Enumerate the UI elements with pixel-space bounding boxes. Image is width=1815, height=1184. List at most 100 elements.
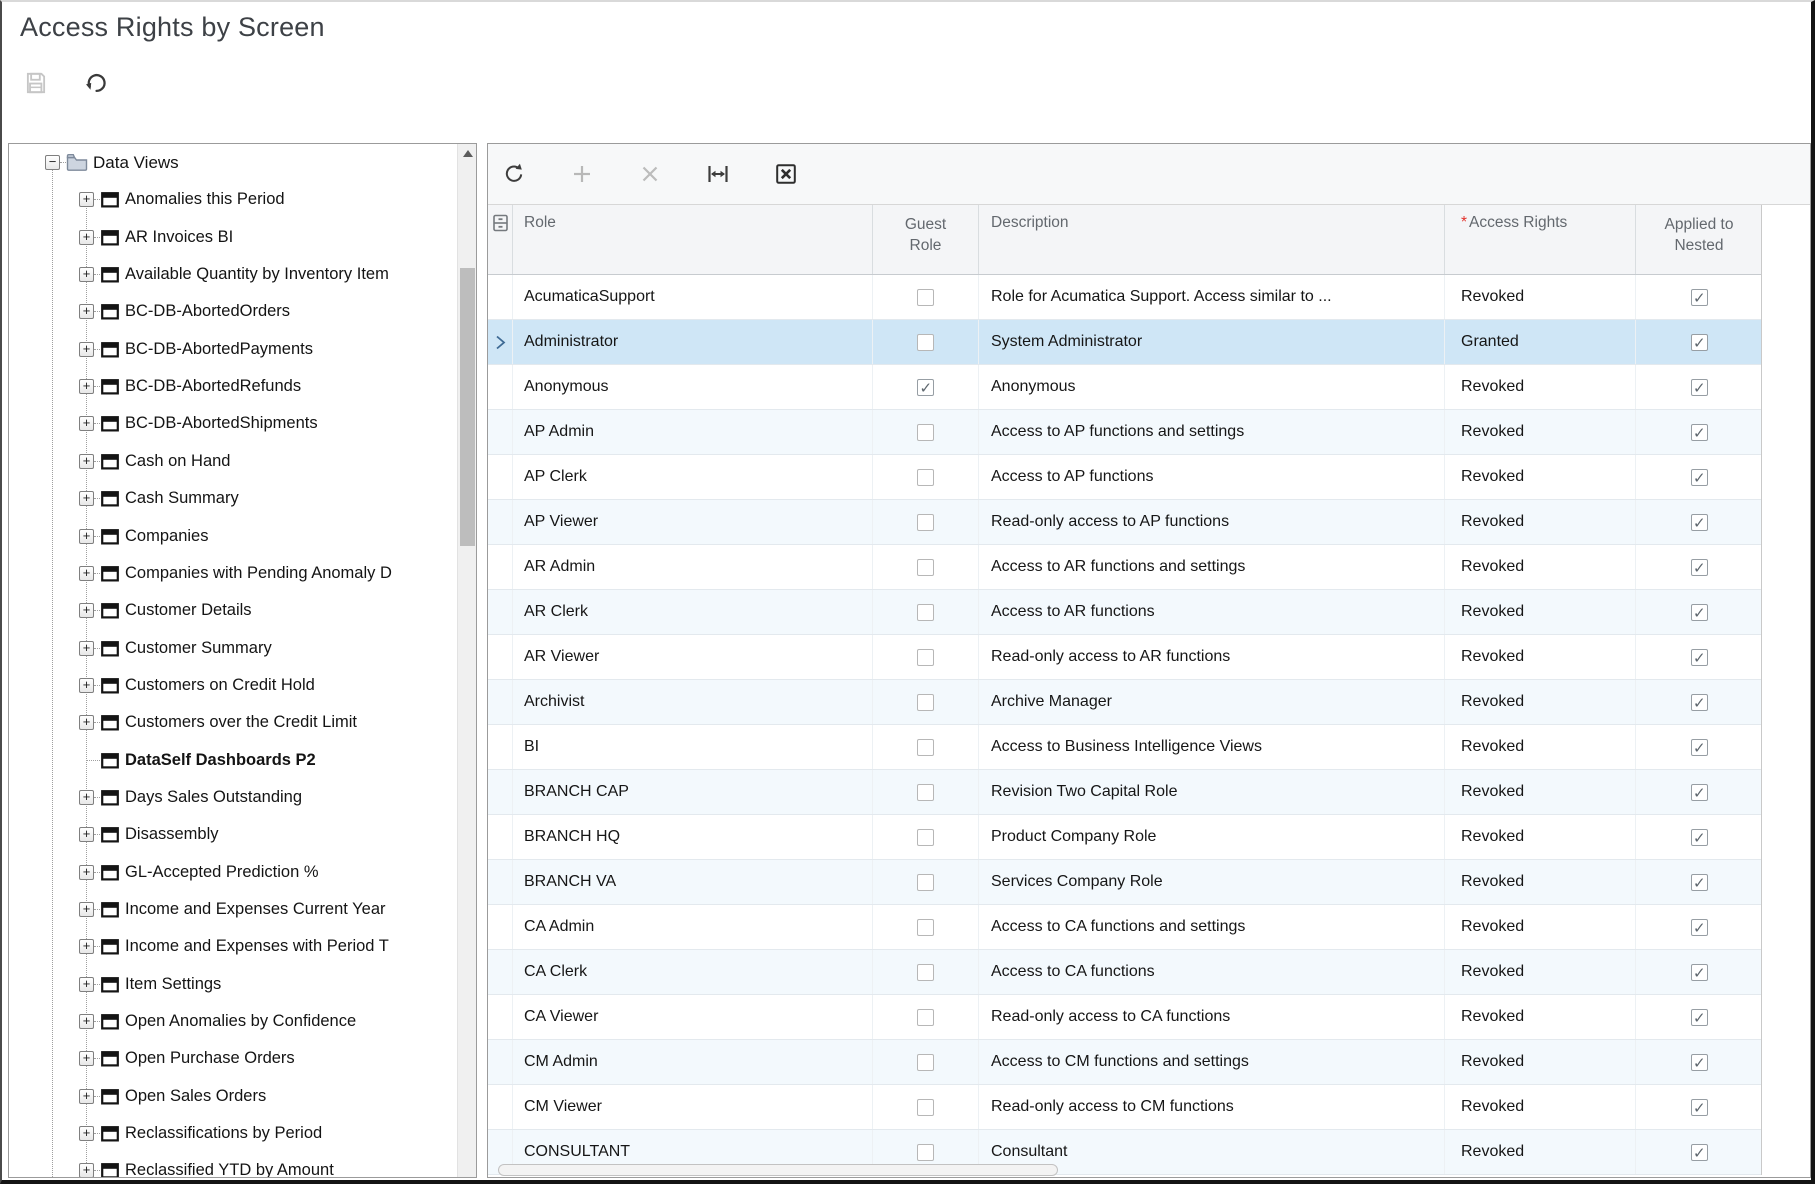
access-rights-cell[interactable]: Revoked — [1445, 635, 1636, 679]
expand-icon[interactable]: + — [79, 827, 94, 842]
role-cell[interactable]: Anonymous — [513, 365, 873, 409]
row-selector-cell[interactable] — [488, 725, 513, 769]
description-cell[interactable]: Read-only access to CM functions — [979, 1085, 1445, 1129]
expand-icon[interactable]: + — [79, 230, 94, 245]
tree-item[interactable]: + Cash on Hand — [9, 443, 458, 481]
guest-role-cell[interactable] — [873, 860, 979, 904]
tree-item[interactable]: + Customer Summary — [9, 630, 458, 668]
tree-item[interactable]: + Customer Details — [9, 592, 458, 630]
applied-to-nested-checkbox[interactable] — [1691, 1144, 1708, 1161]
applied-to-nested-checkbox[interactable] — [1691, 1099, 1708, 1116]
grid-row[interactable]: Archivist Archive Manager Revoked — [488, 680, 1761, 725]
guest-role-checkbox[interactable] — [917, 874, 934, 891]
guest-role-cell[interactable] — [873, 725, 979, 769]
grid-hscrollbar-thumb[interactable] — [498, 1164, 1058, 1176]
access-rights-cell[interactable]: Revoked — [1445, 680, 1636, 724]
expand-icon[interactable]: + — [79, 416, 94, 431]
description-cell[interactable]: Access to CA functions and settings — [979, 905, 1445, 949]
grid-row[interactable]: AP Clerk Access to AP functions Revoked — [488, 455, 1761, 500]
grid-row[interactable]: Administrator System Administrator Grant… — [488, 320, 1761, 365]
row-selector-cell[interactable] — [488, 635, 513, 679]
description-cell[interactable]: Read-only access to AP functions — [979, 500, 1445, 544]
applied-to-nested-cell[interactable] — [1636, 275, 1762, 319]
guest-role-checkbox[interactable] — [917, 514, 934, 531]
tree-item[interactable]: + Customers on Credit Hold — [9, 667, 458, 705]
role-cell[interactable]: AcumaticaSupport — [513, 275, 873, 319]
role-cell[interactable]: CA Admin — [513, 905, 873, 949]
expand-icon[interactable]: + — [79, 454, 94, 469]
role-cell[interactable]: AP Viewer — [513, 500, 873, 544]
access-rights-cell[interactable]: Revoked — [1445, 590, 1636, 634]
guest-role-checkbox[interactable] — [917, 739, 934, 756]
tree-item[interactable]: + Cash Summary — [9, 480, 458, 518]
expand-icon[interactable]: + — [79, 192, 94, 207]
role-cell[interactable]: CA Clerk — [513, 950, 873, 994]
description-cell[interactable]: Access to CA functions — [979, 950, 1445, 994]
guest-role-checkbox[interactable] — [917, 469, 934, 486]
tree-item[interactable]: + Reclassifications by Period — [9, 1115, 458, 1153]
expand-icon[interactable]: + — [79, 977, 94, 992]
tree-item[interactable]: + Open Sales Orders — [9, 1078, 458, 1116]
role-cell[interactable]: Archivist — [513, 680, 873, 724]
description-cell[interactable]: Revision Two Capital Role — [979, 770, 1445, 814]
description-cell[interactable]: Read-only access to CA functions — [979, 995, 1445, 1039]
row-selector-cell[interactable] — [488, 590, 513, 634]
expand-icon[interactable]: + — [79, 342, 94, 357]
applied-to-nested-cell[interactable] — [1636, 860, 1762, 904]
applied-to-nested-checkbox[interactable] — [1691, 874, 1708, 891]
role-cell[interactable]: CM Admin — [513, 1040, 873, 1084]
applied-to-nested-checkbox[interactable] — [1691, 514, 1708, 531]
applied-to-nested-cell[interactable] — [1636, 410, 1762, 454]
applied-to-nested-cell[interactable] — [1636, 500, 1762, 544]
tree-item[interactable]: + Income and Expenses Current Year — [9, 891, 458, 929]
row-selector-cell[interactable] — [488, 410, 513, 454]
role-cell[interactable]: BRANCH VA — [513, 860, 873, 904]
row-selector-cell[interactable] — [488, 770, 513, 814]
grid-row[interactable]: CA Clerk Access to CA functions Revoked — [488, 950, 1761, 995]
description-cell[interactable]: Role for Acumatica Support. Access simil… — [979, 275, 1445, 319]
grid-row[interactable]: AP Viewer Read-only access to AP functio… — [488, 500, 1761, 545]
applied-to-nested-checkbox[interactable] — [1691, 784, 1708, 801]
guest-role-checkbox[interactable] — [917, 604, 934, 621]
applied-to-nested-cell[interactable] — [1636, 545, 1762, 589]
row-selector-cell[interactable] — [488, 815, 513, 859]
grid-row[interactable]: AcumaticaSupport Role for Acumatica Supp… — [488, 275, 1761, 320]
expand-icon[interactable]: + — [79, 1051, 94, 1066]
grid-row[interactable]: BRANCH HQ Product Company Role Revoked — [488, 815, 1761, 860]
column-header-applied-to-nested[interactable]: Applied to Nested — [1636, 205, 1762, 274]
tree-item[interactable]: + Open Purchase Orders — [9, 1040, 458, 1078]
guest-role-cell[interactable] — [873, 1040, 979, 1084]
applied-to-nested-checkbox[interactable] — [1691, 289, 1708, 306]
column-header-role[interactable]: Role — [513, 205, 873, 274]
guest-role-checkbox[interactable] — [917, 289, 934, 306]
guest-role-cell[interactable] — [873, 995, 979, 1039]
description-cell[interactable]: Archive Manager — [979, 680, 1445, 724]
tree-item[interactable]: + BC-DB-AbortedPayments — [9, 331, 458, 369]
fit-width-button[interactable] — [700, 156, 736, 192]
description-cell[interactable]: Anonymous — [979, 365, 1445, 409]
access-rights-cell[interactable]: Revoked — [1445, 770, 1636, 814]
row-selector-cell[interactable] — [488, 275, 513, 319]
expand-icon[interactable]: + — [79, 1126, 94, 1141]
grid-row[interactable]: CM Admin Access to CM functions and sett… — [488, 1040, 1761, 1085]
tree-item[interactable]: + Days Sales Outstanding — [9, 779, 458, 817]
guest-role-checkbox[interactable] — [917, 1099, 934, 1116]
access-rights-cell[interactable]: Revoked — [1445, 1040, 1636, 1084]
role-cell[interactable]: Administrator — [513, 320, 873, 364]
guest-role-cell[interactable] — [873, 545, 979, 589]
role-cell[interactable]: BI — [513, 725, 873, 769]
applied-to-nested-checkbox[interactable] — [1691, 694, 1708, 711]
access-rights-cell[interactable]: Revoked — [1445, 860, 1636, 904]
grid-row[interactable]: CA Admin Access to CA functions and sett… — [488, 905, 1761, 950]
row-selector-cell[interactable] — [488, 860, 513, 904]
tree-scrollbar[interactable] — [457, 144, 476, 1177]
access-rights-cell[interactable]: Revoked — [1445, 500, 1636, 544]
guest-role-checkbox[interactable] — [917, 919, 934, 936]
tree-item[interactable]: + Open Anomalies by Confidence — [9, 1003, 458, 1041]
description-cell[interactable]: Access to AR functions and settings — [979, 545, 1445, 589]
expand-icon[interactable]: + — [79, 304, 94, 319]
applied-to-nested-cell[interactable] — [1636, 1085, 1762, 1129]
access-rights-cell[interactable]: Revoked — [1445, 905, 1636, 949]
guest-role-checkbox[interactable] — [917, 829, 934, 846]
applied-to-nested-cell[interactable] — [1636, 905, 1762, 949]
